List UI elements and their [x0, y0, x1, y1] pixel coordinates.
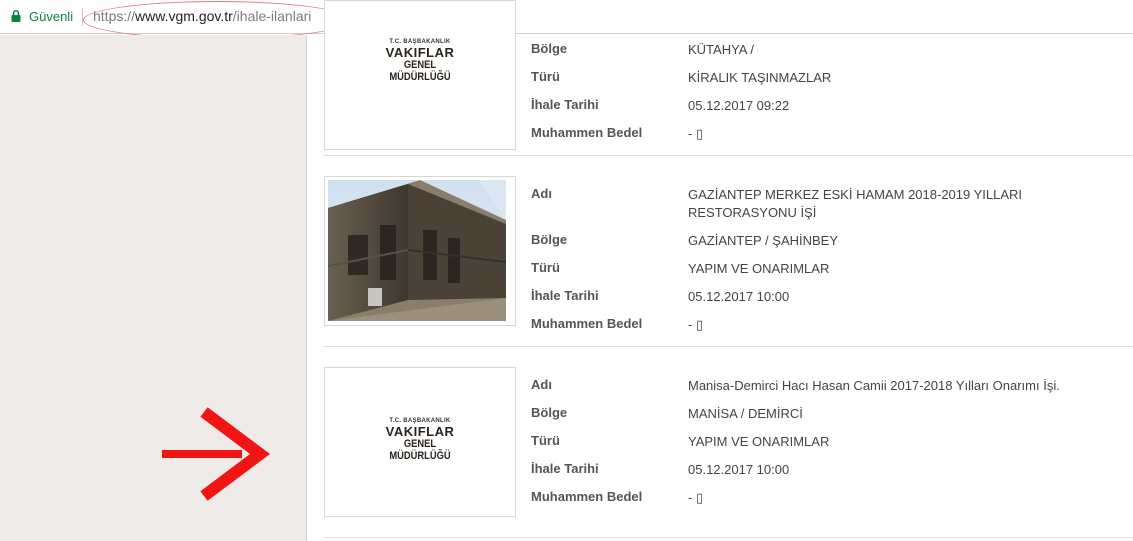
field-label: Bölge	[531, 232, 568, 247]
field-value: Manisa-Demirci Hacı Hasan Camii 2017-201…	[688, 378, 1060, 393]
field-value: - ▯	[688, 317, 704, 332]
field-label: Muhammen Bedel	[531, 125, 643, 140]
field-value: KÜTAHYA /	[688, 42, 754, 57]
field-label: Muhammen Bedel	[531, 489, 643, 504]
field-label: Muhammen Bedel	[531, 316, 643, 331]
field-value: 05.12.2017 10:00	[688, 462, 790, 477]
logo-line2: VAKIFLAR	[385, 424, 455, 439]
red-arrow-annotation	[162, 407, 270, 501]
logo-line2: VAKIFLAR	[385, 45, 455, 60]
left-sidebar	[0, 35, 307, 541]
listing-thumbnail[interactable]: T.C. BAŞBAKANLIK VAKIFLAR GENEL MÜDÜRLÜĞ…	[324, 367, 516, 517]
field-label: Bölge	[531, 405, 568, 420]
field-label: İhale Tarihi	[531, 461, 599, 476]
field-label: Adı	[531, 377, 552, 392]
field-value: KİRALIK TAŞINMAZLAR	[688, 70, 832, 85]
field-label: Türü	[531, 69, 560, 84]
field-value: GAZİANTEP / ŞAHİNBEY	[688, 233, 839, 248]
listing-thumbnail[interactable]: T.C. BAŞBAKANLIK VAKIFLAR GENEL MÜDÜRLÜĞ…	[324, 0, 516, 150]
tender-listing: T.C. BAŞBAKANLIK VAKIFLAR GENEL MÜDÜRLÜĞ…	[308, 0, 1133, 541]
list-item[interactable]: T.C. BAŞBAKANLIK VAKIFLAR GENEL MÜDÜRLÜĞ…	[308, 347, 1133, 539]
logo-line3: GENEL MÜDÜRLÜĞÜ	[389, 59, 451, 83]
field-value: 05.12.2017 09:22	[688, 98, 790, 113]
vgm-logo: T.C. BAŞBAKANLIK VAKIFLAR GENEL MÜDÜRLÜĞ…	[365, 39, 475, 83]
field-label: Bölge	[531, 41, 568, 56]
field-value: - ▯	[688, 490, 704, 505]
field-label: Türü	[531, 260, 560, 275]
lock-icon	[11, 10, 21, 22]
field-label: Türü	[531, 433, 560, 448]
vgm-logo: T.C. BAŞBAKANLIK VAKIFLAR GENEL MÜDÜRLÜĞ…	[365, 418, 475, 462]
field-value: 05.12.2017 10:00	[688, 289, 790, 304]
secure-label[interactable]: Güvenli	[29, 9, 73, 24]
divider	[323, 537, 1133, 538]
field-label: İhale Tarihi	[531, 97, 599, 112]
building-photo	[328, 180, 506, 321]
field-value: YAPIM VE ONARIMLAR	[688, 434, 830, 449]
field-value: GAZİANTEP MERKEZ ESKİ HAMAM 2018-2019 YI…	[688, 187, 1023, 220]
field-value: MANİSA / DEMİRCİ	[688, 406, 803, 421]
list-item[interactable]: Adı GAZİANTEP MERKEZ ESKİ HAMAM 2018-201…	[308, 156, 1133, 347]
list-item[interactable]: T.C. BAŞBAKANLIK VAKIFLAR GENEL MÜDÜRLÜĞ…	[308, 0, 1133, 156]
field-value: - ▯	[688, 126, 704, 141]
field-label: İhale Tarihi	[531, 288, 599, 303]
field-label: Adı	[531, 186, 552, 201]
listing-thumbnail[interactable]	[324, 176, 516, 326]
logo-line3: GENEL MÜDÜRLÜĞÜ	[389, 438, 451, 462]
field-value: YAPIM VE ONARIMLAR	[688, 261, 830, 276]
